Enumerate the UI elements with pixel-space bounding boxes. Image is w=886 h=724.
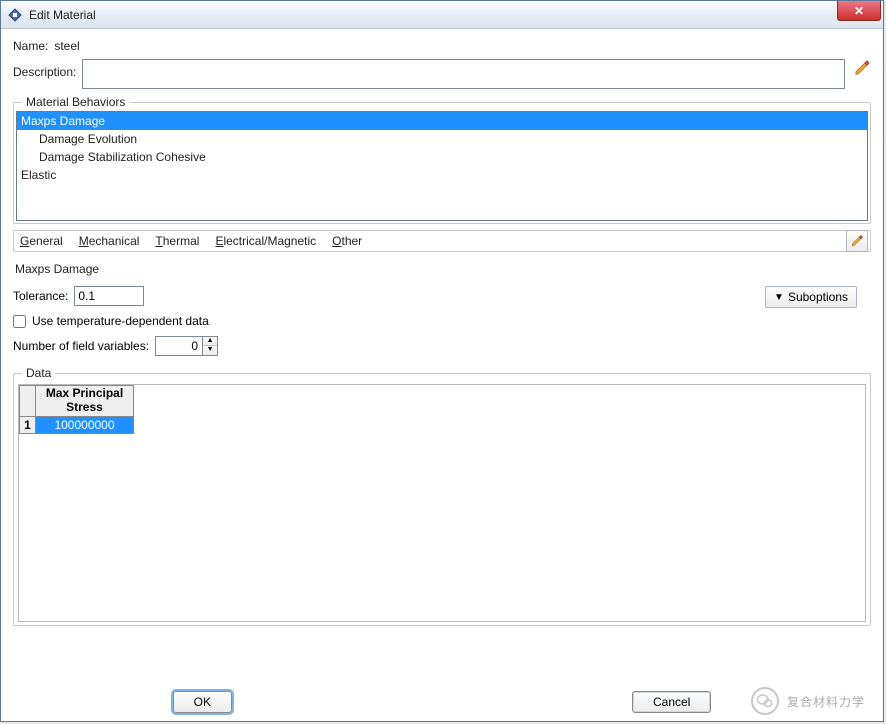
- edit-description-button[interactable]: [853, 59, 871, 77]
- tolerance-row: Tolerance:: [13, 286, 871, 306]
- pencil-icon: [853, 59, 871, 77]
- name-row: Name: steel: [13, 39, 871, 53]
- field-variables-row: Number of field variables: ▲ ▼: [13, 336, 871, 356]
- behavior-item-maxps-damage[interactable]: Maxps Damage: [17, 112, 867, 130]
- behavior-item-elastic[interactable]: Elastic: [17, 166, 867, 184]
- chevron-down-icon: ▼: [774, 292, 784, 303]
- watermark: 复合材料力学: [751, 687, 865, 715]
- behavior-menubar: General Mechanical Thermal Electrical/Ma…: [13, 230, 871, 252]
- field-variables-spinner[interactable]: ▲ ▼: [155, 336, 218, 356]
- temperature-dependent-checkbox[interactable]: [13, 315, 26, 328]
- row-header-blank: [20, 386, 36, 417]
- data-table: Max Principal Stress 1 100000000: [19, 385, 134, 434]
- cell-max-principal-stress[interactable]: 100000000: [36, 416, 134, 433]
- edit-behavior-button[interactable]: [846, 230, 868, 252]
- behaviors-list[interactable]: Maxps Damage Damage Evolution Damage Sta…: [16, 111, 868, 221]
- name-label: Name:: [13, 39, 48, 53]
- spinner-down[interactable]: ▼: [203, 346, 217, 355]
- app-icon: [7, 7, 23, 23]
- description-input[interactable]: [82, 59, 845, 89]
- menu-electrical[interactable]: Electrical/Magnetic: [215, 234, 316, 248]
- table-row[interactable]: 1 100000000: [20, 416, 134, 433]
- col-header-max-principal-stress[interactable]: Max Principal Stress: [36, 386, 134, 417]
- temperature-dependent-row: Use temperature-dependent data: [13, 314, 871, 328]
- panel-title: Maxps Damage: [15, 262, 871, 276]
- field-variables-label: Number of field variables:: [13, 339, 149, 353]
- ok-button[interactable]: OK: [173, 691, 232, 713]
- data-legend: Data: [22, 366, 55, 380]
- cancel-button[interactable]: Cancel: [632, 691, 711, 713]
- field-variables-input[interactable]: [156, 339, 202, 353]
- wechat-icon: [751, 687, 779, 715]
- suboptions-label: Suboptions: [788, 290, 848, 304]
- material-behaviors-legend: Material Behaviors: [22, 95, 129, 109]
- temperature-dependent-label: Use temperature-dependent data: [32, 314, 209, 328]
- name-value: steel: [54, 39, 79, 53]
- menu-thermal[interactable]: Thermal: [155, 234, 199, 248]
- close-button[interactable]: ✕: [837, 1, 881, 21]
- material-behaviors-fieldset: Material Behaviors Maxps Damage Damage E…: [13, 95, 871, 224]
- data-fieldset: Data Max Principal Stress 1 100000000: [13, 366, 871, 626]
- menu-general[interactable]: General: [20, 234, 63, 248]
- description-row: Description:: [13, 59, 871, 89]
- description-label: Description:: [13, 65, 76, 79]
- edit-material-dialog: Edit Material ✕ Name: steel Description:…: [0, 0, 884, 722]
- suboptions-button[interactable]: ▼ Suboptions: [765, 286, 857, 308]
- tolerance-label: Tolerance:: [13, 289, 68, 303]
- titlebar[interactable]: Edit Material ✕: [1, 1, 883, 29]
- row-number[interactable]: 1: [20, 416, 36, 433]
- window-title: Edit Material: [29, 8, 96, 22]
- tolerance-input[interactable]: [74, 286, 144, 306]
- behavior-item-damage-evolution[interactable]: Damage Evolution: [17, 130, 867, 148]
- spinner-up[interactable]: ▲: [203, 337, 217, 346]
- menu-mechanical[interactable]: Mechanical: [79, 234, 140, 248]
- watermark-text: 复合材料力学: [787, 693, 865, 710]
- menu-other[interactable]: Other: [332, 234, 362, 248]
- data-grid[interactable]: Max Principal Stress 1 100000000: [18, 384, 866, 622]
- behavior-item-damage-stabilization[interactable]: Damage Stabilization Cohesive: [17, 148, 867, 166]
- close-icon: ✕: [854, 4, 864, 18]
- pencil-icon: [850, 234, 864, 248]
